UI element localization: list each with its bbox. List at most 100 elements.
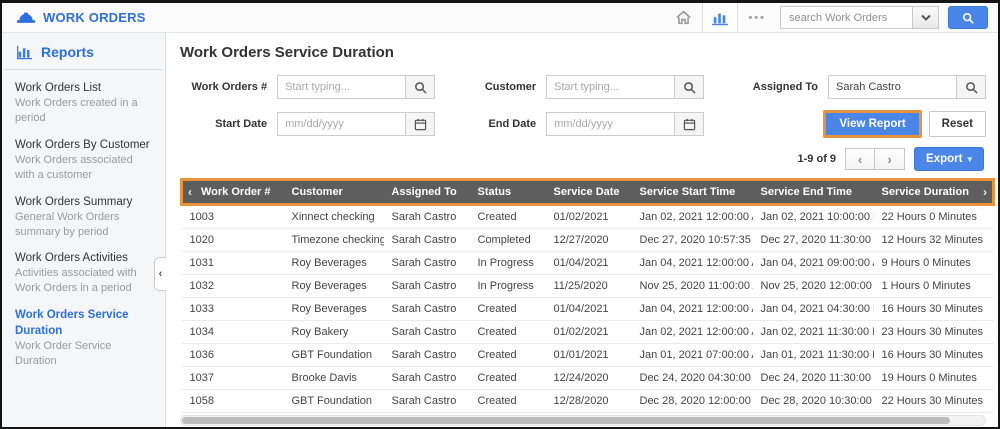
view-report-button[interactable]: View Report — [823, 110, 921, 138]
work-orders-lookup-button[interactable] — [405, 75, 435, 99]
table-cell: 9 Hours 0 Minutes — [874, 252, 994, 275]
table-cell: 1 Hours 0 Minutes — [874, 275, 994, 298]
table-cell: Xinnect checking — [284, 205, 384, 229]
table-cell: Sarah Castro — [384, 367, 470, 390]
table-body: 1003Xinnect checkingSarah CastroCreated0… — [182, 205, 994, 413]
scroll-left-icon[interactable]: ‹ — [188, 185, 192, 199]
table-cell: Jan 01, 2021 07:00:00 AM — [632, 344, 753, 367]
end-date-calendar-button[interactable] — [674, 112, 704, 136]
table-cell: Created — [470, 321, 546, 344]
column-header-assigned-to[interactable]: Assigned To — [384, 180, 470, 205]
reports-header: Reports — [4, 33, 163, 70]
table-cell: Jan 02, 2021 11:30:00 PM — [753, 321, 874, 344]
table-cell: 01/02/2021 — [546, 321, 632, 344]
search-submit-button[interactable] — [948, 6, 988, 29]
column-label: Service Date — [554, 186, 620, 198]
table-row[interactable]: 1020Timezone checkingSarah CastroComplet… — [182, 229, 994, 252]
table-row[interactable]: 1031Roy BeveragesSarah CastroIn Progress… — [182, 252, 994, 275]
horizontal-scrollbar — [180, 415, 986, 426]
table-cell: 16 Hours 30 Minutes — [874, 344, 994, 367]
end-date-input[interactable] — [546, 112, 674, 136]
next-page-button[interactable]: › — [875, 148, 905, 170]
table-cell: Created — [470, 390, 546, 413]
column-header-work-order[interactable]: ‹ Work Order # — [182, 180, 284, 205]
table-cell: 12/27/2020 — [546, 229, 632, 252]
table-cell: 1003 — [182, 205, 284, 229]
search-scope-dropdown[interactable] — [912, 6, 939, 29]
assigned-to-lookup-button[interactable] — [956, 75, 986, 99]
reports-view-button[interactable] — [702, 3, 738, 32]
chevron-down-icon — [921, 14, 931, 21]
page-title: Work Orders Service Duration — [180, 44, 986, 61]
table-cell: Roy Beverages — [284, 252, 384, 275]
table-cell: GBT Foundation — [284, 344, 384, 367]
reset-button[interactable]: Reset — [929, 111, 986, 137]
report-item-desc: Work Orders created in a period — [15, 96, 155, 126]
column-label: Service End Time — [761, 186, 853, 198]
column-header-customer[interactable]: Customer — [284, 180, 384, 205]
table-cell: 1033 — [182, 298, 284, 321]
table-cell: Completed — [470, 229, 546, 252]
table-cell: Jan 01, 2021 11:30:00 PM — [753, 344, 874, 367]
table-row[interactable]: 1034Roy BakerySarah CastroCreated01/02/2… — [182, 321, 994, 344]
more-options-button[interactable]: ••• — [738, 12, 776, 24]
global-search — [780, 6, 988, 29]
table-row[interactable]: 1036GBT FoundationSarah CastroCreated01/… — [182, 344, 994, 367]
customer-lookup-button[interactable] — [674, 75, 704, 99]
start-date-calendar-button[interactable] — [405, 112, 435, 136]
work-orders-input[interactable] — [277, 75, 405, 99]
sidebar-item-work-orders-by-customer[interactable]: Work Orders By Customer Work Orders asso… — [15, 137, 155, 183]
home-button[interactable] — [665, 3, 702, 32]
table-cell: Sarah Castro — [384, 252, 470, 275]
app-window: WORK ORDERS — [0, 0, 1000, 429]
table-row[interactable]: 1058GBT FoundationSarah CastroCreated12/… — [182, 390, 994, 413]
prev-page-button[interactable]: ‹ — [845, 148, 875, 170]
record-range: 1-9 of 9 — [798, 153, 837, 165]
table-cell: Sarah Castro — [384, 390, 470, 413]
table-row[interactable]: 1033Roy BeveragesSarah CastroCreated01/0… — [182, 298, 994, 321]
filter-bar: Work Orders # Customer — [180, 75, 986, 138]
horizontal-scrollbar-thumb[interactable] — [182, 417, 950, 424]
work-orders-table: ‹ Work Order # Customer Assigned To Stat… — [180, 178, 995, 413]
filter-label: End Date — [488, 118, 536, 130]
export-label: Export — [926, 153, 962, 165]
table-cell: 1036 — [182, 344, 284, 367]
column-label: Status — [478, 186, 512, 198]
table-cell: 01/04/2021 — [546, 252, 632, 275]
table-cell: Jan 04, 2021 12:00:00 AM — [632, 252, 753, 275]
column-header-service-end-time[interactable]: Service End Time — [753, 180, 874, 205]
sidebar-item-work-orders-summary[interactable]: Work Orders Summary General Work Orders … — [15, 194, 155, 240]
column-header-service-date[interactable]: Service Date — [546, 180, 632, 205]
search-icon — [414, 81, 427, 94]
search-input[interactable] — [780, 6, 912, 29]
table-cell: GBT Foundation — [284, 390, 384, 413]
table-cell: Sarah Castro — [384, 298, 470, 321]
reports-sidebar: Reports Work Orders List Work Orders cre… — [2, 33, 166, 427]
table-cell: In Progress — [470, 275, 546, 298]
customer-input[interactable] — [546, 75, 674, 99]
table-row[interactable]: 1037Brooke DavisSarah CastroCreated12/24… — [182, 367, 994, 390]
sidebar-item-work-orders-list[interactable]: Work Orders List Work Orders created in … — [15, 80, 155, 126]
column-header-service-duration[interactable]: Service Duration › — [874, 180, 994, 205]
app-logo[interactable]: WORK ORDERS — [16, 10, 146, 25]
table-cell: 1034 — [182, 321, 284, 344]
column-label: Work Order # — [201, 186, 271, 198]
table-cell: 23 Hours 30 Minutes — [874, 321, 994, 344]
table-row[interactable]: 1032Roy BeveragesSarah CastroIn Progress… — [182, 275, 994, 298]
sidebar-collapse-handle[interactable]: ‹ — [154, 257, 166, 291]
column-header-status[interactable]: Status — [470, 180, 546, 205]
start-date-input[interactable] — [277, 112, 405, 136]
report-item-title: Work Orders Summary — [15, 194, 155, 210]
table-cell: Created — [470, 298, 546, 321]
sidebar-item-work-orders-activities[interactable]: Work Orders Activities Activities associ… — [15, 250, 155, 296]
column-header-service-start-time[interactable]: Service Start Time — [632, 180, 753, 205]
table-row[interactable]: 1003Xinnect checkingSarah CastroCreated0… — [182, 205, 994, 229]
scroll-right-icon[interactable]: › — [983, 185, 987, 199]
export-button[interactable]: Export ▾ — [914, 147, 984, 171]
assigned-to-input[interactable] — [828, 75, 956, 99]
filter-actions: View Report Reset — [718, 110, 986, 138]
sidebar-item-work-orders-service-duration[interactable]: Work Orders Service Duration Work Order … — [15, 307, 155, 369]
report-item-title: Work Orders By Customer — [15, 137, 155, 153]
calendar-icon — [414, 118, 427, 131]
table-cell: 01/02/2021 — [546, 205, 632, 229]
